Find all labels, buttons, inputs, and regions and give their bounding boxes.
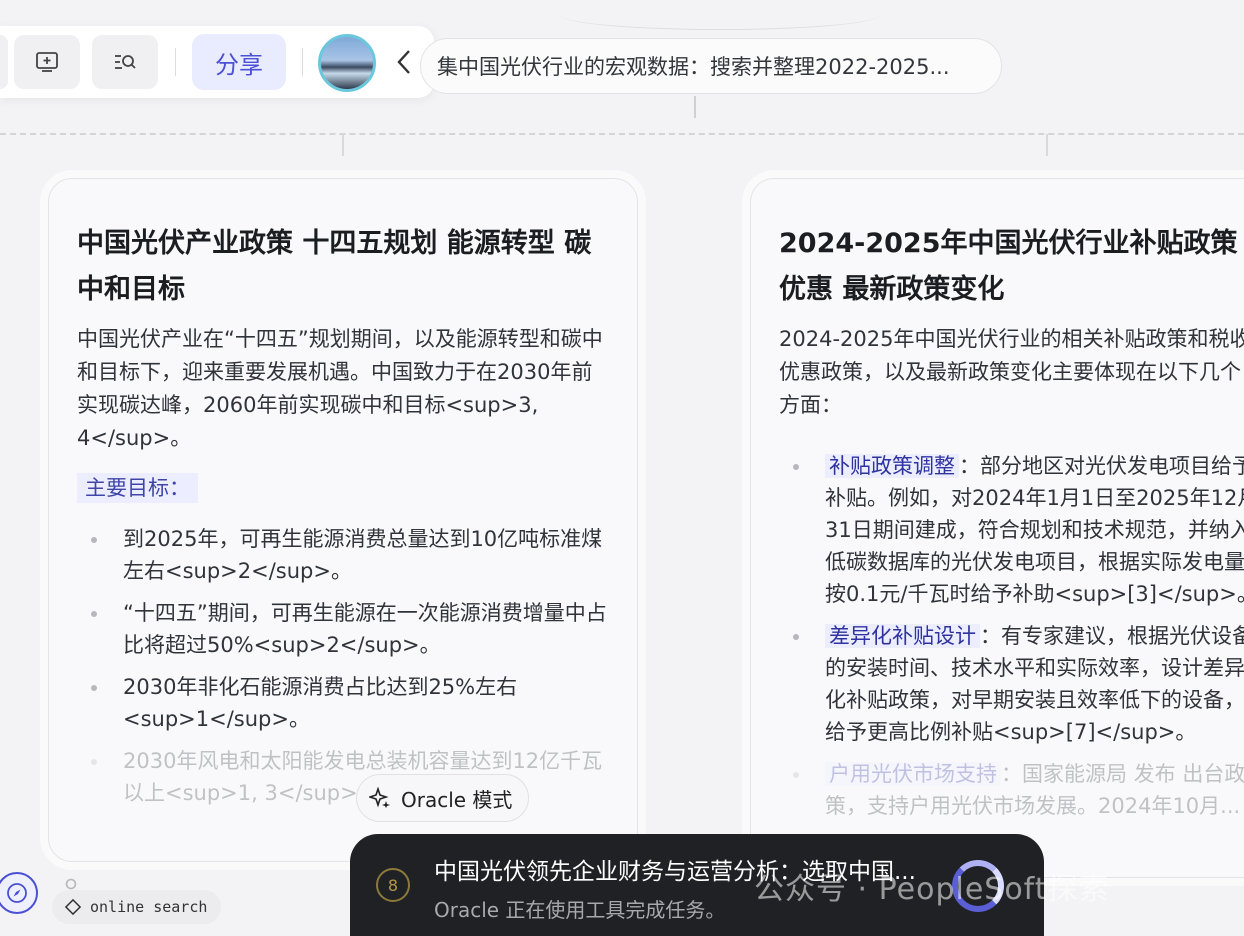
toolbar: 分享: [0, 26, 434, 98]
search-list-icon: [115, 55, 136, 69]
toolbar-divider: [175, 48, 176, 76]
toolbar-divider: [302, 48, 303, 76]
avatar[interactable]: [318, 34, 376, 92]
list-item: “十四五”期间，可再生能源在一次能源消费增量中占比将超过50%<sup>2</s…: [77, 597, 609, 661]
bullet-list: 到2025年，可再生能源消费总量达到10亿吨标准煤左右<sup>2</sup>。…: [77, 523, 609, 809]
card-title: 2024-2025年中国光伏行业补贴政策 优惠 最新政策变化: [779, 228, 1238, 305]
list-item: 到2025年，可再生能源消费总量达到10亿吨标准煤左右<sup>2</sup>。: [77, 523, 609, 587]
compass-icon: [7, 883, 27, 903]
connector-dashed-line: [0, 133, 1244, 135]
toolbar-edge-button[interactable]: [0, 35, 8, 89]
card-intro: 2024-2025年中国光伏行业的相关补贴政策和税收优惠政策，以及最新政策变化主…: [779, 327, 1244, 417]
share-button[interactable]: 分享: [192, 34, 286, 90]
list-item: 户用光伏市场支持 ：国家能源局 发布 出台政策，支持户用光伏市场发展。2024年1…: [779, 758, 1244, 822]
connector-vertical: [342, 134, 344, 156]
bullet-label: 户用光伏市场支持: [825, 762, 1001, 786]
back-chevron-icon: [397, 50, 410, 74]
search-list-button[interactable]: [92, 35, 158, 89]
card-title: 中国光伏产业政策 十四五规划 能源转型 碳中和目标: [77, 228, 592, 305]
connector-vertical: [1046, 134, 1048, 156]
list-item: 2030年风电和太阳能发电总装机容量达到12亿千瓦以上<sup>1, 3</su…: [77, 745, 609, 809]
add-panel-button[interactable]: [14, 35, 80, 89]
step-count-badge: 8: [376, 868, 410, 902]
task-title[interactable]: 集中国光伏行业的宏观数据：搜索并整理2022-2025...: [420, 38, 1002, 94]
bullet-label: 补贴政策调整: [825, 454, 959, 478]
status-subtitle: Oracle 正在使用工具完成任务。: [434, 898, 726, 922]
connector-vertical: [694, 96, 696, 118]
card-intro: 中国光伏产业在“十四五”规划期间，以及能源转型和碳中和目标下，迎来重要发展机遇。…: [77, 327, 603, 450]
oracle-mode-label: Oracle 模式: [401, 787, 513, 812]
bullet-list: 补贴政策调整 ：部分地区对光伏发电项目给予补贴。例如，对2024年1月1日至202…: [779, 450, 1244, 822]
back-chevron-button[interactable]: [392, 48, 416, 76]
list-item: 差异化补贴设计 ：有专家建议，根据光伏设备的安装时间、技术水平和实际效率，设计差异…: [779, 620, 1244, 748]
connector-arc: [560, 0, 880, 30]
online-search-chip[interactable]: online search: [52, 890, 222, 924]
diamond-icon: [64, 898, 82, 916]
result-card[interactable]: 2024-2025年中国光伏行业补贴政策 优惠 最新政策变化 2024-2025…: [750, 178, 1244, 878]
compass-button[interactable]: [0, 872, 38, 914]
card-subhead: 主要目标：: [77, 473, 198, 503]
list-item: 2030年非化石能源消费占比达到25%左右<sup>1</sup>。: [77, 671, 609, 735]
add-panel-icon: [36, 52, 58, 72]
result-card[interactable]: 中国光伏产业政策 十四五规划 能源转型 碳中和目标 中国光伏产业在“十四五”规划…: [48, 178, 638, 862]
bullet-label: 差异化补贴设计: [825, 624, 980, 648]
sparkle-icon: [369, 787, 390, 808]
watermark: 公众号 · PeopleSoft探索: [754, 872, 1110, 907]
online-search-label: online search: [90, 898, 208, 916]
list-item: 补贴政策调整 ：部分地区对光伏发电项目给予补贴。例如，对2024年1月1日至202…: [779, 450, 1244, 610]
oracle-mode-chip[interactable]: Oracle 模式: [356, 774, 530, 822]
